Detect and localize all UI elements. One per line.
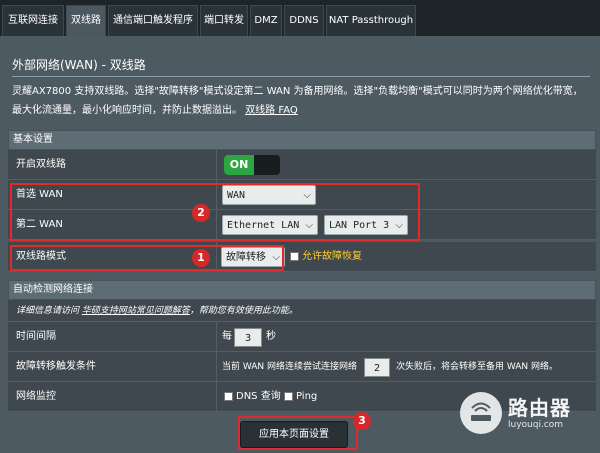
title-divider xyxy=(12,76,590,77)
detect-note: 详细信息请访问 华硕支持网站常见问题解答，帮助您有效使用此功能。 xyxy=(8,300,596,322)
tab-bar: 互联网连接 双线路 通信端口触发程序 端口转发 DMZ DDNS NAT Pas… xyxy=(0,0,600,36)
interval-unit: 秒 xyxy=(266,331,276,342)
tab-dmz[interactable]: DMZ xyxy=(250,5,282,36)
watermark-url: luyouqi.com xyxy=(508,420,564,430)
toggle-knob xyxy=(254,155,280,175)
failback-option[interactable]: 允许故障恢复 xyxy=(290,242,362,272)
highlight-mode-row xyxy=(10,245,284,271)
tab-port-forward[interactable]: 端口转发 xyxy=(200,5,248,36)
dual-wan-toggle[interactable]: ON xyxy=(224,155,280,175)
row-separator xyxy=(216,382,217,411)
toggle-on-label: ON xyxy=(224,155,254,175)
step-badge-1: 1 xyxy=(192,249,210,267)
router-logo-icon xyxy=(460,392,502,434)
dns-checkbox[interactable] xyxy=(224,391,233,401)
tab-port-trigger[interactable]: 通信端口触发程序 xyxy=(108,5,198,36)
row-separator xyxy=(216,150,217,179)
tab-internet[interactable]: 互联网连接 xyxy=(2,5,64,36)
interval-prefix: 每 xyxy=(222,331,232,342)
dns-option[interactable]: DNS 查询 xyxy=(224,382,281,412)
dual-wan-row: 开启双线路 ON xyxy=(8,150,596,180)
tab-dual-wan[interactable]: 双线路 xyxy=(66,5,106,36)
step-badge-3: 3 xyxy=(353,412,371,430)
step-badge-2: 2 xyxy=(192,204,210,222)
dns-label: DNS 查询 xyxy=(236,391,281,402)
detect-header: 自动检测网络连接 xyxy=(8,280,596,300)
support-faq-link[interactable]: 华硕支持网站常见问题解答 xyxy=(82,306,190,316)
failback-checkbox[interactable] xyxy=(290,251,299,261)
trigger-input[interactable]: 2 xyxy=(364,358,390,377)
trigger-suffix: 次失败后，将会转移至备用 WAN 网络。 xyxy=(396,362,559,372)
basic-settings-header: 基本设置 xyxy=(8,130,596,150)
trigger-prefix: 当前 WAN 网络连续尝试连接网络 xyxy=(222,362,358,372)
watermark: 路由器 luyouqi.com xyxy=(460,392,595,450)
highlight-apply xyxy=(238,416,358,450)
tab-ddns[interactable]: DDNS xyxy=(284,5,324,36)
page-description: 灵耀AX7800 支持双线路。选择"故障转移"模式设定第二 WAN 为备用网络。… xyxy=(12,82,592,120)
interval-input[interactable]: 3 xyxy=(234,328,262,347)
interval-label: 时间间隔 xyxy=(16,331,56,342)
faq-link[interactable]: 双线路 FAQ xyxy=(245,105,298,116)
failback-label: 允许故障恢复 xyxy=(302,251,362,262)
page-title: 外部网络(WAN) - 双线路 xyxy=(12,58,146,72)
trigger-row: 故障转移触发条件 当前 WAN 网络连续尝试连接网络 2 次失败后，将会转移至备… xyxy=(8,352,596,382)
ping-checkbox[interactable] xyxy=(284,391,293,401)
trigger-label: 故障转移触发条件 xyxy=(16,361,96,372)
row-separator xyxy=(216,352,217,381)
dual-wan-label: 开启双线路 xyxy=(16,159,66,170)
interval-row: 时间间隔 每 3 秒 xyxy=(8,322,596,352)
note-prefix: 详细信息请访问 xyxy=(16,306,80,316)
monitor-label: 网络监控 xyxy=(16,391,56,402)
tab-nat-passthrough[interactable]: NAT Passthrough xyxy=(326,5,416,36)
highlight-wan-rows xyxy=(10,183,420,241)
note-suffix: ，帮助您有效使用此功能。 xyxy=(189,306,298,316)
ping-label: Ping xyxy=(296,391,318,402)
row-separator xyxy=(216,322,217,351)
ping-option[interactable]: Ping xyxy=(284,382,317,412)
watermark-name: 路由器 xyxy=(508,396,571,420)
